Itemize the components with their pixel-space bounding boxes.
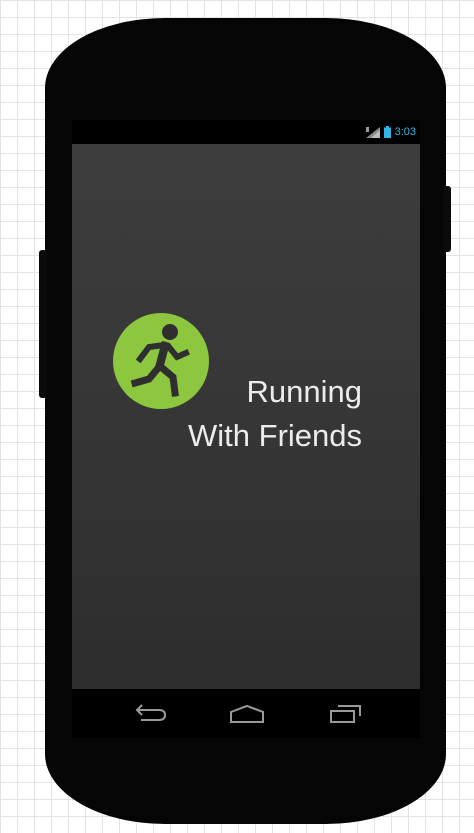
battery-icon [383,126,391,138]
status-icons: 3:03 [365,125,416,139]
signal-icon [365,126,380,138]
app-title: Running With Friends [188,370,362,458]
volume-button [39,250,47,398]
back-button[interactable] [130,701,170,727]
status-bar: 3:03 [72,120,420,144]
app-screen: Running With Friends [72,144,420,689]
back-icon [135,704,167,721]
app-title-line-2: With Friends [188,418,362,453]
recent-apps-icon [330,705,361,723]
navigation-bar [72,689,420,738]
status-time: 3:03 [394,126,416,138]
app-title-line-1: Running [246,374,362,409]
home-icon [230,704,264,723]
power-button [443,186,451,252]
recent-apps-button[interactable] [325,701,365,727]
home-button[interactable] [227,701,267,727]
